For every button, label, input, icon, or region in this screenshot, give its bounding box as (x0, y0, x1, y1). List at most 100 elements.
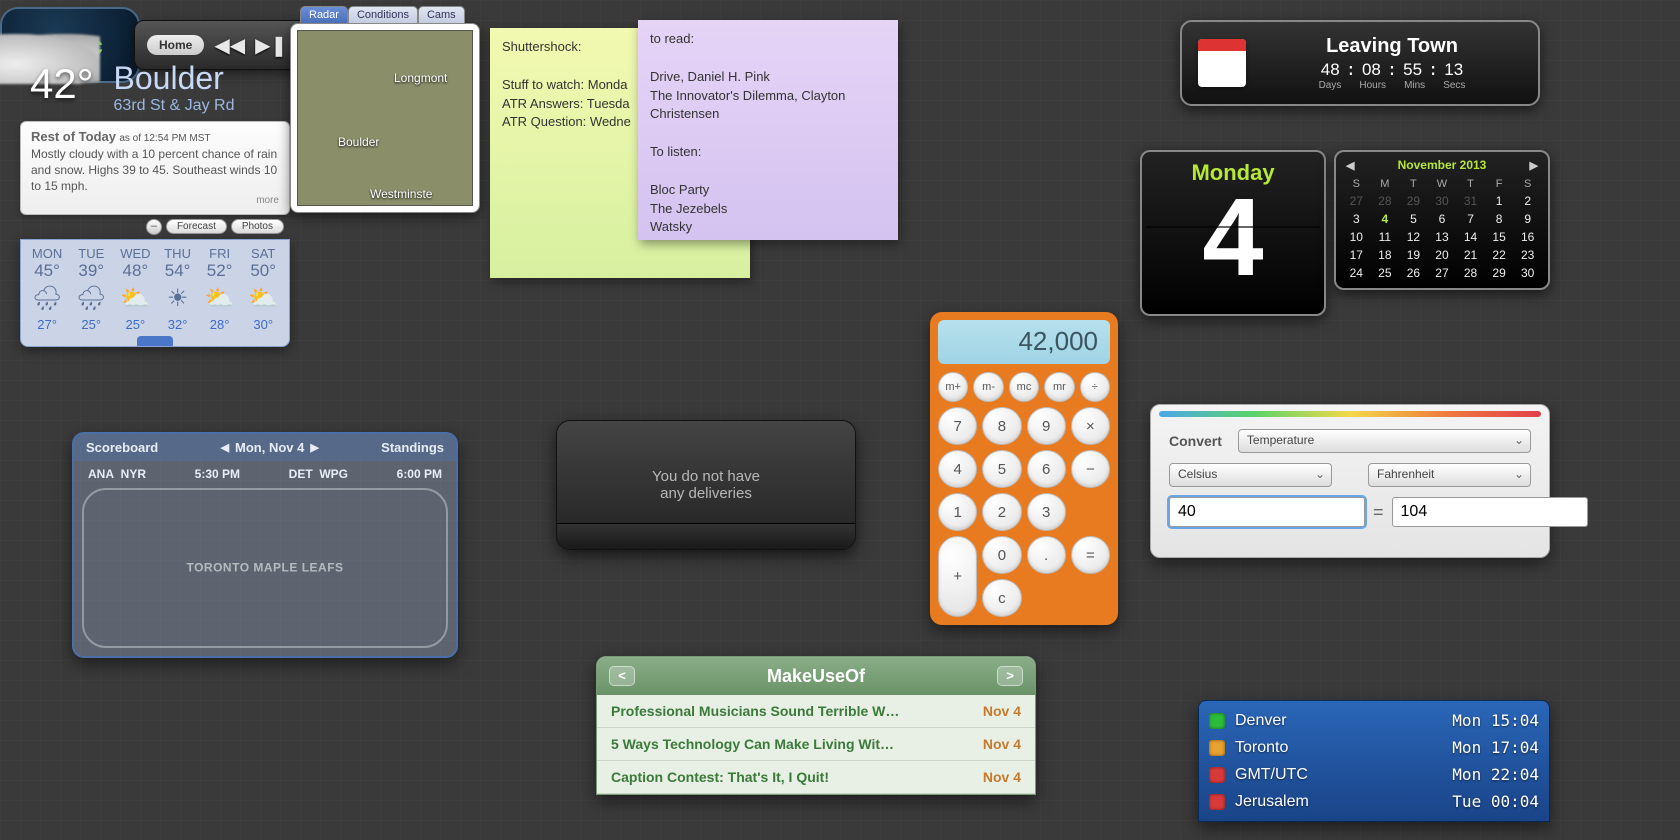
forecast-day[interactable]: MON45°🌧27° (32, 246, 62, 332)
calc-key-c[interactable]: c (982, 579, 1021, 617)
cal-day[interactable]: 13 (1428, 228, 1457, 246)
drawer-handle[interactable] (137, 336, 173, 346)
month-next-button[interactable]: ▶ (1530, 159, 1538, 172)
cal-day[interactable]: 28 (1371, 192, 1400, 210)
forecast-day[interactable]: FRI52°⛅28° (205, 246, 235, 332)
cal-day[interactable]: 12 (1399, 228, 1428, 246)
calc-key-−[interactable]: − (1071, 450, 1110, 488)
deliveries-widget[interactable]: You do not have any deliveries (556, 420, 856, 550)
cal-day[interactable]: 2 (1513, 192, 1542, 210)
calc-key-mr[interactable]: mr (1044, 372, 1074, 402)
weather-more-link[interactable]: more (31, 194, 279, 208)
radar-tab-cams[interactable]: Cams (418, 6, 465, 23)
calc-key-equals[interactable]: = (1071, 536, 1110, 574)
convert-from-select[interactable]: Celsius (1169, 463, 1332, 487)
calc-key-1[interactable]: 1 (938, 493, 977, 531)
forecast-day[interactable]: TUE39°🌧25° (76, 246, 106, 332)
calc-key-8[interactable]: 8 (982, 407, 1021, 445)
score-next-day[interactable]: ▶ (310, 441, 318, 454)
rss-item[interactable]: Professional Musicians Sound Terrible W…… (597, 695, 1035, 728)
calc-key-×[interactable]: × (1071, 407, 1110, 445)
cal-day[interactable]: 7 (1456, 210, 1485, 228)
radar-tab-conditions[interactable]: Conditions (348, 6, 418, 23)
deliveries-text-1: You do not have (652, 468, 760, 485)
calc-key-m-[interactable]: m- (973, 372, 1003, 402)
rss-next-button[interactable]: > (997, 666, 1023, 686)
month-prev-button[interactable]: ◀ (1346, 159, 1354, 172)
cal-day[interactable]: 27 (1342, 192, 1371, 210)
forecast-day[interactable]: WED48°⛅25° (120, 246, 150, 332)
convert-to-select[interactable]: Fahrenheit (1368, 463, 1531, 487)
cal-day[interactable]: 28 (1456, 264, 1485, 282)
calc-key-4[interactable]: 4 (938, 450, 977, 488)
cal-day[interactable]: 18 (1371, 246, 1400, 264)
cal-day[interactable]: 1 (1485, 192, 1514, 210)
cal-day[interactable]: 5 (1399, 210, 1428, 228)
cal-day[interactable]: 19 (1399, 246, 1428, 264)
cal-day[interactable]: 11 (1371, 228, 1400, 246)
cal-day[interactable]: 24 (1342, 264, 1371, 282)
cal-day[interactable]: 23 (1513, 246, 1542, 264)
converter-rainbow-bar (1159, 411, 1541, 417)
cal-day[interactable]: 30 (1428, 192, 1457, 210)
weather-collapse-button[interactable]: – (146, 219, 162, 235)
radar-tabs: RadarConditionsCams (300, 6, 480, 23)
clock-row[interactable]: JerusalemTue 00:04 (1209, 788, 1539, 815)
calc-key-.[interactable]: . (1027, 536, 1066, 574)
cal-day[interactable]: 21 (1456, 246, 1485, 264)
cal-day[interactable]: 20 (1428, 246, 1457, 264)
cal-day[interactable]: 16 (1513, 228, 1542, 246)
calc-key-m+[interactable]: m+ (938, 372, 968, 402)
xbmc-home-button[interactable]: Home (147, 35, 204, 55)
forecast-button[interactable]: Forecast (166, 219, 227, 234)
cal-day[interactable]: 15 (1485, 228, 1514, 246)
cal-day[interactable]: 14 (1456, 228, 1485, 246)
calc-key-6[interactable]: 6 (1027, 450, 1066, 488)
cal-day[interactable]: 27 (1428, 264, 1457, 282)
rss-item[interactable]: Caption Contest: That's It, I Quit!Nov 4 (597, 761, 1035, 794)
calc-key-÷[interactable]: ÷ (1080, 372, 1110, 402)
cal-day[interactable]: 4 (1371, 210, 1400, 228)
radar-map[interactable]: Longmont Boulder Westminste (297, 30, 473, 206)
prev-track-icon[interactable]: ◀◀ (214, 33, 245, 58)
cal-day[interactable]: 31 (1456, 192, 1485, 210)
clock-row[interactable]: GMT/UTCMon 22:04 (1209, 761, 1539, 788)
deliveries-text-2: any deliveries (660, 485, 752, 502)
cal-day[interactable]: 10 (1342, 228, 1371, 246)
photos-button[interactable]: Photos (231, 219, 284, 234)
standings-tab[interactable]: Standings (381, 440, 444, 455)
clock-row[interactable]: TorontoMon 17:04 (1209, 734, 1539, 761)
cal-day[interactable]: 26 (1399, 264, 1428, 282)
calc-key-5[interactable]: 5 (982, 450, 1021, 488)
calc-key-9[interactable]: 9 (1027, 407, 1066, 445)
cal-day[interactable]: 3 (1342, 210, 1371, 228)
rss-prev-button[interactable]: < (609, 666, 635, 686)
radar-tab-radar[interactable]: Radar (300, 6, 348, 23)
calc-key-7[interactable]: 7 (938, 407, 977, 445)
cal-day[interactable]: 29 (1485, 264, 1514, 282)
flip-day: 4 (1142, 186, 1324, 291)
cal-day[interactable]: 6 (1428, 210, 1457, 228)
scoreboard-tab[interactable]: Scoreboard (86, 440, 158, 455)
cal-day[interactable]: 17 (1342, 246, 1371, 264)
calc-key-2[interactable]: 2 (982, 493, 1021, 531)
convert-type-select[interactable]: Temperature (1238, 429, 1531, 453)
calc-key-0[interactable]: 0 (982, 536, 1021, 574)
cal-day[interactable]: 30 (1513, 264, 1542, 282)
calc-key-3[interactable]: 3 (1027, 493, 1066, 531)
clock-row[interactable]: DenverMon 15:04 (1209, 707, 1539, 734)
score-prev-day[interactable]: ◀ (221, 441, 229, 454)
cal-day[interactable]: 29 (1399, 192, 1428, 210)
cal-day[interactable]: 8 (1485, 210, 1514, 228)
forecast-day[interactable]: SAT50°⛅30° (248, 246, 278, 332)
forecast-day[interactable]: THU54°☀32° (164, 246, 191, 332)
rss-item[interactable]: 5 Ways Technology Can Make Living Wit…No… (597, 728, 1035, 761)
calc-key-+[interactable]: + (938, 536, 977, 617)
cal-day[interactable]: 22 (1485, 246, 1514, 264)
sticky-note-purple[interactable]: to read: Drive, Daniel H. Pink The Innov… (638, 20, 898, 240)
cal-day[interactable]: 9 (1513, 210, 1542, 228)
calc-key-mc[interactable]: mc (1009, 372, 1039, 402)
cal-day[interactable]: 25 (1371, 264, 1400, 282)
convert-to-input[interactable] (1392, 497, 1588, 527)
convert-from-input[interactable] (1169, 497, 1365, 527)
